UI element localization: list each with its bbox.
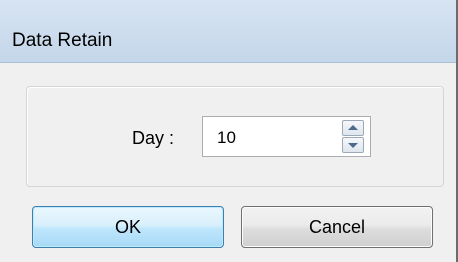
- cancel-button[interactable]: Cancel: [241, 206, 433, 248]
- ok-button[interactable]: OK: [32, 206, 224, 248]
- day-label: Day :: [132, 128, 175, 148]
- settings-group: Day : 10: [26, 86, 444, 187]
- arrow-up-icon: [348, 125, 358, 130]
- window-title: Data Retain: [12, 30, 113, 51]
- spin-up-button[interactable]: [342, 120, 364, 136]
- day-value[interactable]: 10: [217, 128, 236, 148]
- data-retain-dialog: Data Retain Day : 10 OK Cancel: [0, 0, 458, 262]
- day-spinbox[interactable]: 10: [202, 116, 371, 157]
- title-bar[interactable]: Data Retain: [0, 0, 456, 63]
- spin-down-button[interactable]: [342, 137, 364, 153]
- arrow-down-icon: [348, 143, 358, 148]
